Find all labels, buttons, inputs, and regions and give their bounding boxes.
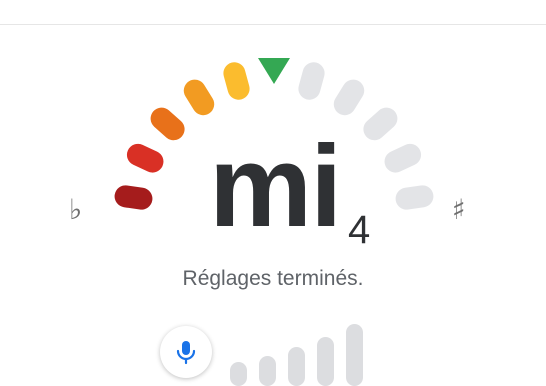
gauge-segment xyxy=(221,60,252,102)
gauge-segment xyxy=(330,75,369,119)
sharp-symbol: ♯ xyxy=(452,196,466,224)
microphone-button[interactable] xyxy=(160,326,212,378)
gauge-segment xyxy=(180,75,219,119)
level-bar xyxy=(346,324,363,386)
gauge-segment xyxy=(394,184,435,211)
gauge-segment xyxy=(113,184,154,211)
flat-symbol: ♭ xyxy=(69,196,82,224)
gauge-segment xyxy=(296,60,327,102)
gauge-segment xyxy=(146,103,189,145)
level-bar xyxy=(288,347,305,386)
tuning-status: Réglages terminés. xyxy=(0,267,546,291)
gauge-segment xyxy=(123,140,167,176)
detected-note: mi xyxy=(209,128,340,244)
level-bar xyxy=(259,356,276,386)
gauge-segment xyxy=(359,103,402,145)
gauge-segment xyxy=(381,140,425,176)
tuning-needle-indicator xyxy=(258,58,290,84)
level-bar xyxy=(230,362,247,386)
level-bar xyxy=(317,337,334,386)
mic-icon xyxy=(175,339,197,365)
note-octave: 4 xyxy=(348,210,370,250)
